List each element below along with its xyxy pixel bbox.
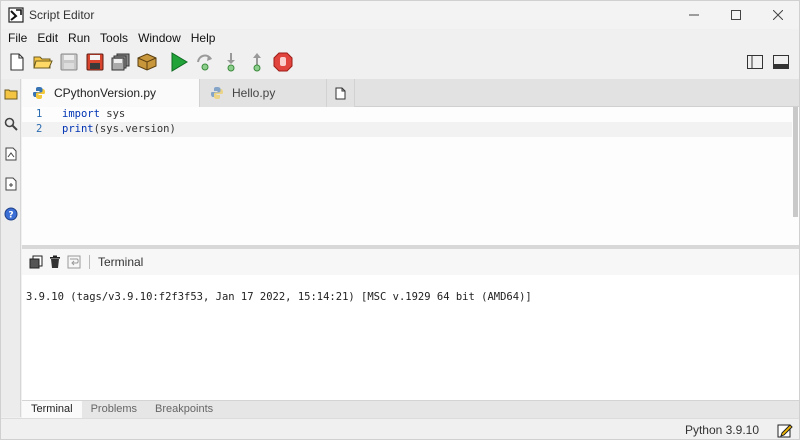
status-bar: Python 3.9.10: [1, 418, 799, 439]
minimize-icon: [689, 14, 699, 16]
window-title: Script Editor: [29, 8, 95, 22]
code-text: sys: [99, 108, 126, 120]
layout-buttons: [743, 49, 795, 75]
tab-label: Hello.py: [232, 86, 276, 100]
editor-scrollbar[interactable]: [792, 107, 799, 245]
open-folder-icon: [33, 56, 53, 69]
save-as-button[interactable]: [83, 49, 107, 75]
save-all-icon: [111, 53, 130, 71]
line-number: 2: [36, 123, 43, 135]
bottom-panel-tabs: Terminal Problems Breakpoints: [22, 400, 799, 419]
step-over-icon: [197, 54, 212, 71]
menu-window[interactable]: Window: [133, 30, 186, 46]
edit-settings-icon[interactable]: [777, 422, 793, 438]
code-keyword: import: [62, 108, 100, 120]
code-line-current: 2 print (sys.version): [22, 122, 792, 137]
run-icon: [171, 52, 188, 72]
scrollbar-thumb[interactable]: [793, 107, 798, 217]
script-editor-window: Script Editor File Edit Run Tools Window…: [0, 0, 800, 440]
wrap-icon: [67, 255, 80, 269]
wrap-button[interactable]: [64, 252, 83, 272]
close-icon: [773, 10, 783, 20]
package-button[interactable]: [135, 49, 159, 75]
code-line: 1 import sys: [22, 107, 792, 122]
new-file-icon: [10, 53, 24, 71]
svg-text:?: ?: [8, 211, 13, 221]
new-tab-button[interactable]: [327, 79, 355, 107]
python-file-icon: [32, 86, 46, 100]
tab-hello[interactable]: Hello.py: [200, 79, 327, 107]
toggle-sidebar-icon: [747, 55, 763, 69]
toggle-bottom-panel-button[interactable]: [769, 49, 793, 75]
editor-tabs: CPythonVersion.py Hello.py: [22, 79, 799, 107]
menu-bar: File Edit Run Tools Window Help: [1, 29, 799, 47]
app-logo-icon: [8, 7, 24, 23]
stop-button[interactable]: [271, 49, 295, 75]
copy-button[interactable]: [26, 252, 45, 272]
save-icon: [60, 53, 78, 71]
step-out-button[interactable]: [245, 49, 269, 75]
minimize-button[interactable]: [673, 1, 715, 29]
main-toolbar: [1, 47, 799, 77]
line-number: 1: [36, 108, 43, 120]
clear-button[interactable]: [45, 252, 64, 272]
terminal-line: 3.9.10 (tags/v3.9.10:f2f3f53, Jan 17 202…: [26, 291, 532, 303]
interpreter-status[interactable]: Python 3.9.10: [685, 423, 759, 437]
maximize-icon: [731, 10, 741, 20]
menu-tools[interactable]: Tools: [95, 30, 133, 46]
bottom-tab-problems[interactable]: Problems: [82, 401, 146, 419]
trash-icon: [49, 255, 60, 268]
menu-file[interactable]: File: [3, 30, 32, 46]
maximize-button[interactable]: [715, 1, 757, 29]
explorer-button[interactable]: [1, 79, 21, 109]
script-icon: [5, 177, 17, 191]
script-button[interactable]: [1, 169, 21, 199]
stop-icon: [273, 52, 293, 72]
save-button[interactable]: [57, 49, 81, 75]
terminal-title: Terminal: [98, 255, 144, 269]
tab-label: CPythonVersion.py: [54, 86, 157, 100]
code-text: (sys.version): [93, 123, 176, 135]
save-as-icon: [86, 53, 104, 71]
menu-run[interactable]: Run: [63, 30, 95, 46]
new-file-button[interactable]: [5, 49, 29, 75]
code-editor[interactable]: 1 import sys 2 print (sys.version): [22, 107, 792, 245]
help-button[interactable]: ?: [1, 199, 21, 229]
copy-icon: [29, 255, 42, 269]
close-button[interactable]: [757, 1, 799, 29]
toggle-sidebar-button[interactable]: [743, 49, 767, 75]
step-over-button[interactable]: [193, 49, 217, 75]
folder-icon: [4, 89, 18, 100]
open-button[interactable]: [31, 49, 55, 75]
new-tab-icon: [335, 87, 346, 99]
window-controls: [673, 1, 799, 29]
tab-cpythonversion[interactable]: CPythonVersion.py: [22, 79, 200, 107]
title-bar: Script Editor: [1, 1, 799, 29]
help-icon: ?: [4, 207, 18, 221]
terminal-toolbar: Terminal: [22, 249, 799, 275]
terminal-output[interactable]: 3.9.10 (tags/v3.9.10:f2f3f53, Jan 17 202…: [22, 275, 799, 400]
menu-edit[interactable]: Edit: [32, 30, 63, 46]
step-out-icon: [253, 53, 261, 72]
bottom-tab-terminal[interactable]: Terminal: [22, 400, 82, 419]
package-icon: [137, 53, 157, 71]
step-into-icon: [227, 53, 235, 72]
step-into-button[interactable]: [219, 49, 243, 75]
toggle-bottom-panel-icon: [773, 55, 789, 69]
document-icon: [5, 147, 17, 161]
menu-help[interactable]: Help: [186, 30, 221, 46]
search-button[interactable]: [1, 109, 21, 139]
run-button[interactable]: [167, 49, 191, 75]
code-keyword: print: [62, 123, 94, 135]
python-file-icon: [210, 86, 224, 100]
bottom-tab-breakpoints[interactable]: Breakpoints: [146, 401, 222, 419]
document-button[interactable]: [1, 139, 21, 169]
toolbar-separator: [89, 255, 90, 269]
save-all-button[interactable]: [109, 49, 133, 75]
search-icon: [4, 117, 18, 131]
left-activity-bar: ?: [1, 79, 21, 417]
